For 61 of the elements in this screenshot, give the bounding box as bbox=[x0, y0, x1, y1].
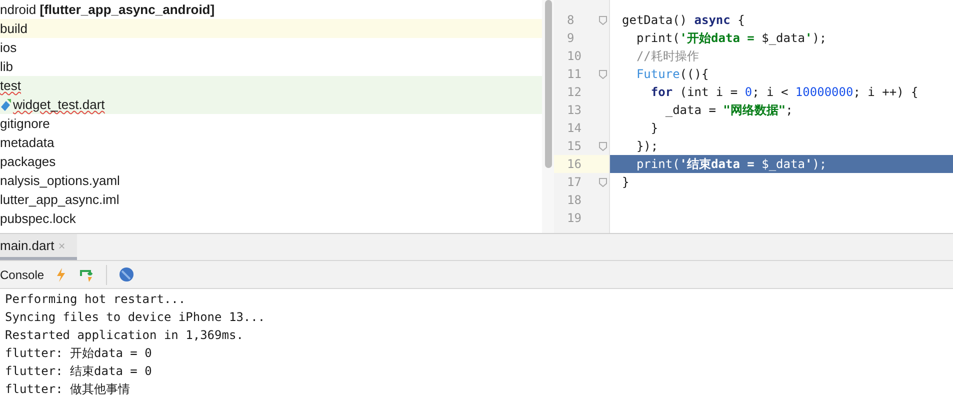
line-number: 12 bbox=[567, 84, 582, 101]
line-number: 10 bbox=[567, 48, 582, 65]
fold-marker-icon[interactable] bbox=[599, 142, 607, 150]
line-number: 16 bbox=[567, 156, 582, 173]
lightning-icon[interactable] bbox=[56, 268, 66, 282]
file-name: pubspec.lock bbox=[0, 210, 76, 228]
file-name: packages bbox=[0, 152, 56, 171]
console-tab[interactable]: Console bbox=[0, 266, 44, 284]
console-line: Syncing files to device iPhone 13... bbox=[5, 309, 266, 326]
code-line: getData() async { bbox=[621, 12, 746, 29]
restart-icon[interactable] bbox=[78, 268, 94, 282]
file-name: gitignore bbox=[0, 114, 50, 133]
tree-row[interactable]: gitignore bbox=[0, 114, 542, 133]
project-root[interactable]: ndroid [flutter_app_async_android] bbox=[0, 0, 215, 20]
code-line: print('开始data = $_data'); bbox=[635, 30, 828, 47]
run-tab[interactable]: main.dart × bbox=[0, 234, 78, 260]
tree-row[interactable]: widget_test.dart bbox=[0, 95, 542, 114]
code-line: }); bbox=[635, 138, 660, 155]
file-name: widget_test.dart bbox=[13, 96, 105, 114]
tree-row[interactable]: packages bbox=[0, 152, 542, 171]
tree-row[interactable]: build bbox=[0, 19, 542, 38]
file-name: build bbox=[0, 20, 28, 38]
file-name: lutter_app_async.iml bbox=[0, 190, 120, 209]
code-line: _data = "网络数据"; bbox=[664, 102, 794, 119]
scrollbar[interactable] bbox=[544, 0, 552, 168]
console-line: Restarted application in 1,369ms. bbox=[5, 327, 244, 344]
console-line: flutter: 结束data = 0 bbox=[5, 363, 153, 380]
file-name: test bbox=[0, 76, 21, 95]
dart-devtools-icon[interactable] bbox=[119, 267, 134, 282]
file-name: lib bbox=[0, 58, 14, 76]
file-name: metadata bbox=[0, 134, 54, 152]
dart-file-icon bbox=[0, 98, 12, 112]
line-number: 15 bbox=[567, 138, 582, 155]
tree-row[interactable]: lib bbox=[0, 57, 542, 76]
fold-marker-icon[interactable] bbox=[599, 16, 607, 24]
file-name: ios bbox=[0, 38, 17, 57]
line-number: 14 bbox=[567, 120, 582, 137]
console-line: flutter: 开始data = 0 bbox=[5, 345, 153, 362]
code-line: Future((){ bbox=[635, 66, 710, 83]
console-line: flutter: 做其他事情 bbox=[5, 381, 132, 398]
fold-marker-icon[interactable] bbox=[599, 178, 607, 186]
line-number: 11 bbox=[567, 66, 582, 83]
console-line: Performing hot restart... bbox=[5, 291, 187, 308]
fold-marker-icon[interactable] bbox=[599, 70, 607, 78]
tree-row[interactable]: lutter_app_async.iml bbox=[0, 190, 542, 209]
line-number: 13 bbox=[567, 102, 582, 119]
line-number: 9 bbox=[567, 30, 574, 47]
code-line: for (int i = 0; i < 10000000; i ++) { bbox=[650, 84, 920, 101]
tree-row[interactable]: nalysis_options.yaml bbox=[0, 171, 542, 190]
code-line: //耗时操作 bbox=[635, 48, 700, 65]
file-name: nalysis_options.yaml bbox=[0, 172, 120, 190]
tree-row[interactable]: pubspec.lock bbox=[0, 209, 542, 228]
line-number: 18 bbox=[567, 192, 582, 209]
line-number: 8 bbox=[567, 12, 574, 29]
tree-row[interactable]: ios bbox=[0, 38, 542, 57]
tree-row[interactable]: test bbox=[0, 76, 542, 95]
code-line: } bbox=[621, 174, 630, 191]
code-line: } bbox=[650, 120, 660, 137]
line-number: 17 bbox=[567, 174, 582, 191]
tree-row[interactable]: metadata bbox=[0, 133, 542, 152]
line-number: 19 bbox=[567, 210, 582, 227]
